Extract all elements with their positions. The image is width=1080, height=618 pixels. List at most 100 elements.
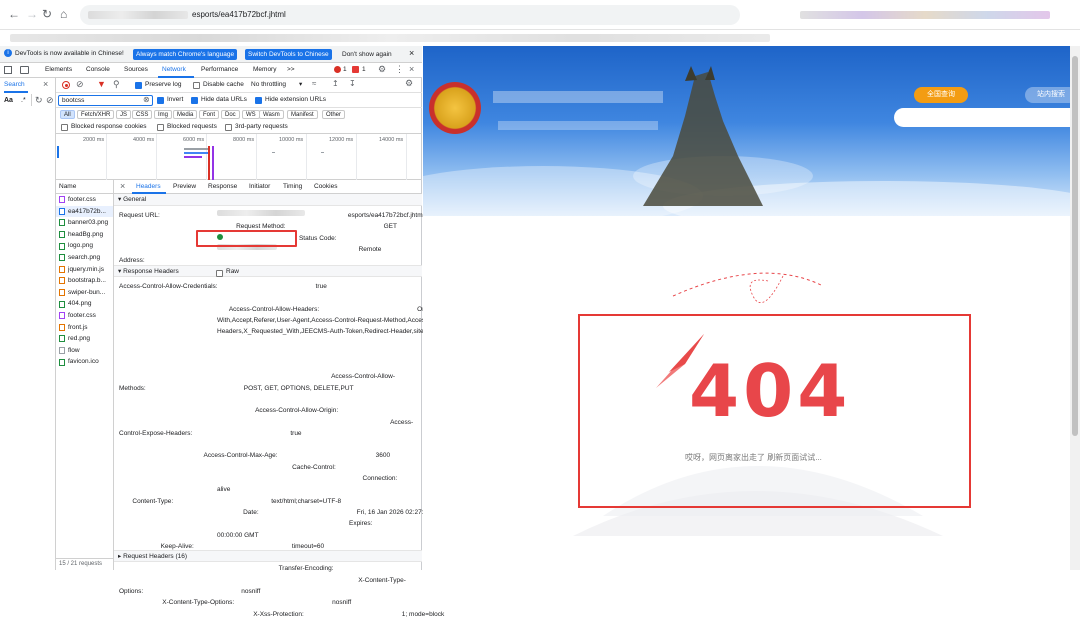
reload-icon[interactable]: ↻ [42,7,52,21]
blocked-requests-label: Blocked requests [167,123,217,130]
tab-sources[interactable]: Sources [124,66,148,73]
response-header-key: Content-Type: [132,497,174,505]
js-file-icon [59,323,65,331]
device-toggle-icon[interactable] [20,66,29,74]
kebab-menu-icon[interactable]: ⋮ [395,64,404,75]
invert-checkbox[interactable] [157,97,164,104]
regex-button[interactable]: .* [21,97,26,104]
filter-manifest[interactable]: Manifest [287,110,318,119]
request-row[interactable]: search.png [56,252,113,264]
error-badge-icon[interactable] [334,66,341,73]
request-row[interactable]: footer.css [56,310,113,322]
request-row[interactable]: ea417b72b... [56,205,113,218]
scrollbar[interactable] [1070,46,1080,570]
filter-all[interactable]: All [60,110,75,119]
search-network-icon[interactable]: ⚲ [113,79,120,90]
tab-network[interactable]: Network [162,66,186,73]
filter-doc[interactable]: Doc [221,110,240,119]
filter-input[interactable]: bootcss ⊗ [58,95,153,106]
match-case-button[interactable]: Aa [4,97,13,104]
dont-show-again-button[interactable]: Don't show again [339,49,395,60]
third-party-checkbox[interactable] [225,124,232,131]
img-file-icon [59,254,65,262]
request-row[interactable]: logo.png [56,240,113,252]
refresh-search-icon[interactable]: ↻ [35,95,43,106]
back-icon[interactable]: ← [8,7,20,21]
request-row[interactable]: footer.css [56,194,113,206]
tab-response[interactable]: Response [208,183,237,190]
tab-initiator[interactable]: Initiator [249,183,270,190]
request-headers-section-header[interactable]: ▸ Request Headers (16) [114,550,422,562]
site-search-input[interactable] [894,108,1080,127]
throttling-select[interactable]: No throttling [251,81,286,88]
tab-headers[interactable]: Headers [136,183,161,190]
blocked-cookies-checkbox[interactable] [61,124,68,131]
filter-other[interactable]: Other [322,110,346,119]
tab-preview[interactable]: Preview [173,183,196,190]
request-row[interactable]: swiper-bun... [56,287,113,299]
home-icon[interactable]: ⌂ [60,7,67,21]
forward-icon[interactable]: → [26,7,38,21]
tab-console[interactable]: Console [86,66,110,73]
settings-gear-icon[interactable]: ⚙ [378,64,386,75]
preserve-log-checkbox[interactable] [135,82,142,89]
close-search-icon[interactable]: × [43,79,48,89]
general-section-header[interactable]: ▾ General [114,194,422,206]
switch-to-chinese-button[interactable]: Switch DevTools to Chinese [245,49,332,60]
request-name: front.js [68,323,88,331]
clear-search-icon[interactable]: ⊘ [46,95,54,106]
warning-badge-icon[interactable] [352,66,359,73]
scrollbar-thumb[interactable] [1072,56,1078,436]
filter-img[interactable]: Img [154,110,173,119]
name-column-header[interactable]: Name [56,180,113,194]
network-settings-icon[interactable]: ⚙ [405,78,413,89]
more-tabs-icon[interactable]: >> [287,66,295,73]
response-header-key: Access-Control-Expose-Headers: [119,418,414,437]
clear-filter-icon[interactable]: ⊗ [143,95,150,104]
network-overview-timeline[interactable]: 2000 ms 4000 ms 6000 ms 8000 ms 10000 ms… [56,134,422,180]
request-row[interactable]: front.js [56,322,113,334]
address-bar[interactable]: esports/ea417b72bcf.jhtml [80,5,740,25]
close-detail-icon[interactable]: × [120,181,125,191]
wifi-icon[interactable]: ≈ [312,79,316,88]
request-row[interactable]: bootstrap.b... [56,275,113,287]
tab-memory[interactable]: Memory [253,66,276,73]
filter-fetch-xhr[interactable]: Fetch/XHR [77,110,115,119]
filter-icon[interactable]: ▼ [97,79,106,89]
clear-log-icon[interactable]: ⊘ [76,79,84,90]
request-row[interactable]: favicon.ico [56,356,113,368]
inspect-icon[interactable] [4,66,12,74]
request-row[interactable]: jquery.min.js [56,264,113,276]
tab-performance[interactable]: Performance [201,66,238,73]
filter-media[interactable]: Media [173,110,198,119]
close-devtools-icon[interactable]: × [409,64,414,74]
record-icon[interactable] [62,81,70,89]
blocked-requests-checkbox[interactable] [157,124,164,131]
request-row[interactable]: red.png [56,333,113,345]
tab-cookies[interactable]: Cookies [314,183,337,190]
tab-elements[interactable]: Elements [45,66,72,73]
filter-js[interactable]: JS [116,110,132,119]
request-row[interactable]: 404.png [56,298,113,310]
tab-timing[interactable]: Timing [283,183,302,190]
disable-cache-checkbox[interactable] [193,82,200,89]
hide-extension-urls-checkbox[interactable] [255,97,262,104]
request-row[interactable]: flow [56,345,113,357]
filter-css[interactable]: CSS [132,110,153,119]
national-search-button[interactable]: 全国查询 [914,87,968,103]
response-header-value: 1; mode=block [401,610,445,618]
request-row[interactable]: headBg.png [56,229,113,241]
always-match-language-button[interactable]: Always match Chrome's language [133,49,238,60]
filter-font[interactable]: Font [199,110,220,119]
request-row[interactable]: banner03.png [56,217,113,229]
filter-ws[interactable]: WS [242,110,260,119]
close-infobar-icon[interactable]: × [409,48,414,58]
import-har-icon[interactable]: ↥ [332,79,339,88]
chevron-down-icon[interactable]: ▾ [299,80,302,88]
request-name: jquery.min.js [68,265,105,273]
export-har-icon[interactable]: ↧ [349,79,356,88]
filter-wasm[interactable]: Wasm [259,110,284,119]
response-headers-section-header[interactable]: ▾ Response Headers Raw [114,265,422,277]
img-file-icon [59,219,65,227]
hide-data-urls-checkbox[interactable] [191,97,198,104]
